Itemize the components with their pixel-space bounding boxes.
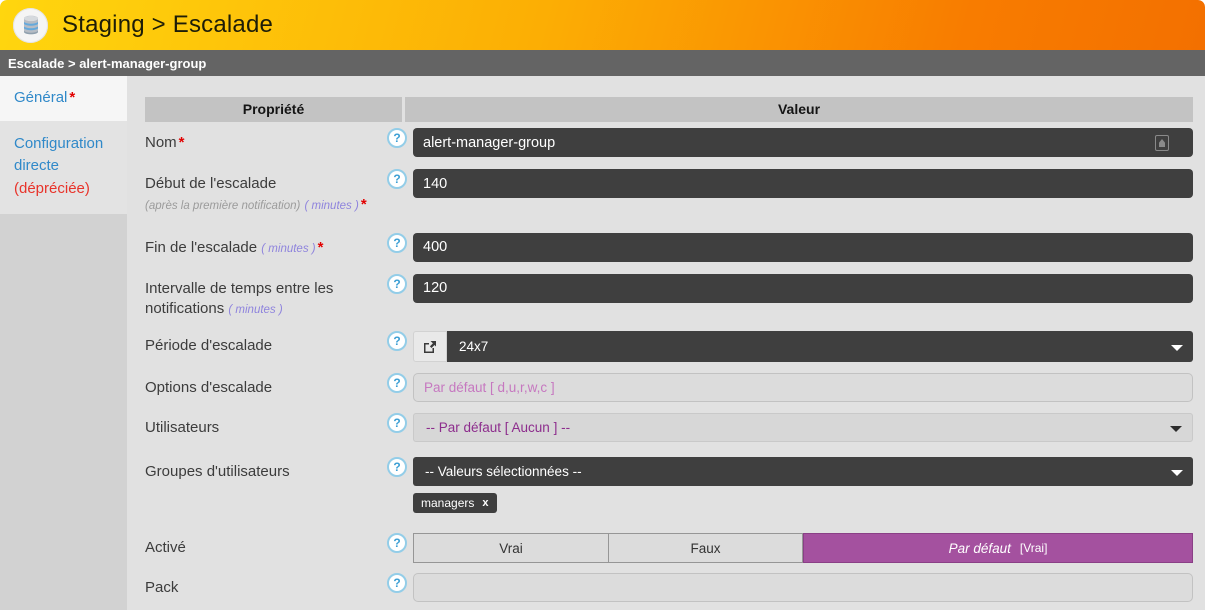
- field-row-pack: Pack ?: [145, 573, 1193, 602]
- active-true-button[interactable]: Vrai: [413, 533, 608, 563]
- nom-input[interactable]: [413, 128, 1193, 157]
- field-row-debut: Début de l'escalade (après la première n…: [145, 169, 1193, 216]
- form-area: Propriété Valeur Nom* ? Début de l'escal…: [127, 76, 1205, 610]
- caret-down-icon: [1171, 470, 1183, 476]
- active-toggle-group: Vrai Faux Par défaut [Vrai]: [413, 533, 1193, 563]
- field-label-periode: Période d'escalade: [145, 331, 387, 356]
- breadcrumb: Escalade > alert-manager-group: [0, 50, 1205, 76]
- app-header: Staging > Escalade: [0, 0, 1205, 50]
- selected-tag-managers[interactable]: managers x: [413, 493, 497, 513]
- groupes-select[interactable]: -- Valeurs sélectionnées --: [413, 457, 1193, 486]
- help-icon[interactable]: ?: [387, 573, 407, 593]
- field-row-intervalle: Intervalle de temps entre les notificati…: [145, 274, 1193, 320]
- help-icon[interactable]: ?: [387, 533, 407, 553]
- field-label-active: Activé: [145, 533, 387, 558]
- open-timeperiod-button[interactable]: [413, 331, 447, 362]
- help-icon[interactable]: ?: [387, 373, 407, 393]
- field-label-nom: Nom*: [145, 128, 387, 153]
- intervalle-input[interactable]: [413, 274, 1193, 303]
- field-label-pack: Pack: [145, 573, 387, 598]
- help-icon[interactable]: ?: [387, 128, 407, 148]
- sidebar: Général* Configuration directe (déprécié…: [0, 76, 127, 610]
- field-label-groupes: Groupes d'utilisateurs: [145, 457, 387, 482]
- required-asterisk: *: [318, 239, 324, 256]
- help-icon[interactable]: ?: [387, 274, 407, 294]
- field-row-active: Activé ? Vrai Faux Par défaut [Vrai]: [145, 533, 1193, 563]
- active-false-button[interactable]: Faux: [608, 533, 803, 563]
- field-label-options: Options d'escalade: [145, 373, 387, 398]
- options-escalade-input[interactable]: [413, 373, 1193, 402]
- required-asterisk: *: [361, 196, 367, 213]
- tab-config-deprecated: (dépréciée): [14, 180, 90, 197]
- app-window: Staging > Escalade Escalade > alert-mana…: [0, 0, 1205, 610]
- help-icon[interactable]: ?: [387, 331, 407, 351]
- database-icon: [13, 8, 48, 43]
- caret-down-icon: [1170, 426, 1182, 432]
- tab-general[interactable]: Général*: [0, 76, 127, 121]
- field-note-minutes: ( minutes ): [305, 200, 359, 212]
- periode-select[interactable]: 24x7: [447, 331, 1193, 362]
- pack-input[interactable]: [413, 573, 1193, 602]
- fin-escalade-input[interactable]: [413, 233, 1193, 262]
- field-row-options: Options d'escalade ?: [145, 373, 1193, 402]
- field-note-minutes: ( minutes ): [261, 243, 315, 255]
- breadcrumb-text: Escalade > alert-manager-group: [8, 56, 206, 71]
- field-row-periode: Période d'escalade ? 24x7: [145, 331, 1193, 362]
- help-icon[interactable]: ?: [387, 233, 407, 253]
- field-row-fin: Fin de l'escalade ( minutes )* ?: [145, 233, 1193, 262]
- field-note-gray: (après la première notification): [145, 200, 300, 212]
- caret-down-icon: [1171, 345, 1183, 351]
- help-icon[interactable]: ?: [387, 169, 407, 189]
- field-label-intervalle: Intervalle de temps entre les notificati…: [145, 274, 387, 320]
- utilisateurs-select[interactable]: -- Par défaut [ Aucun ] --: [413, 413, 1193, 442]
- field-label-debut: Début de l'escalade (après la première n…: [145, 169, 387, 216]
- tab-config-line1: Configuration: [14, 135, 103, 152]
- field-label-fin: Fin de l'escalade ( minutes )*: [145, 233, 387, 258]
- tab-general-label: Général: [14, 89, 67, 106]
- autofill-icon: [1155, 135, 1169, 151]
- field-row-nom: Nom* ?: [145, 128, 1193, 157]
- page-title: Staging > Escalade: [62, 11, 273, 39]
- required-asterisk: *: [179, 134, 185, 151]
- active-default-button[interactable]: Par défaut [Vrai]: [803, 533, 1193, 563]
- help-icon[interactable]: ?: [387, 413, 407, 433]
- required-asterisk: *: [69, 89, 75, 106]
- table-header: Propriété Valeur: [145, 97, 1193, 122]
- external-link-icon: [423, 340, 437, 354]
- help-icon[interactable]: ?: [387, 457, 407, 477]
- column-header-property: Propriété: [145, 97, 405, 122]
- field-note-minutes: ( minutes ): [228, 304, 282, 316]
- column-header-value: Valeur: [405, 97, 1193, 122]
- tab-config-line2: directe: [14, 157, 59, 174]
- field-row-utilisateurs: Utilisateurs ? -- Par défaut [ Aucun ] -…: [145, 413, 1193, 442]
- field-row-groupes: Groupes d'utilisateurs ? -- Valeurs séle…: [145, 457, 1193, 513]
- remove-tag-icon[interactable]: x: [482, 497, 488, 509]
- tab-configuration-directe[interactable]: Configuration directe (dépréciée): [0, 121, 127, 215]
- debut-escalade-input[interactable]: [413, 169, 1193, 198]
- field-label-utilisateurs: Utilisateurs: [145, 413, 387, 438]
